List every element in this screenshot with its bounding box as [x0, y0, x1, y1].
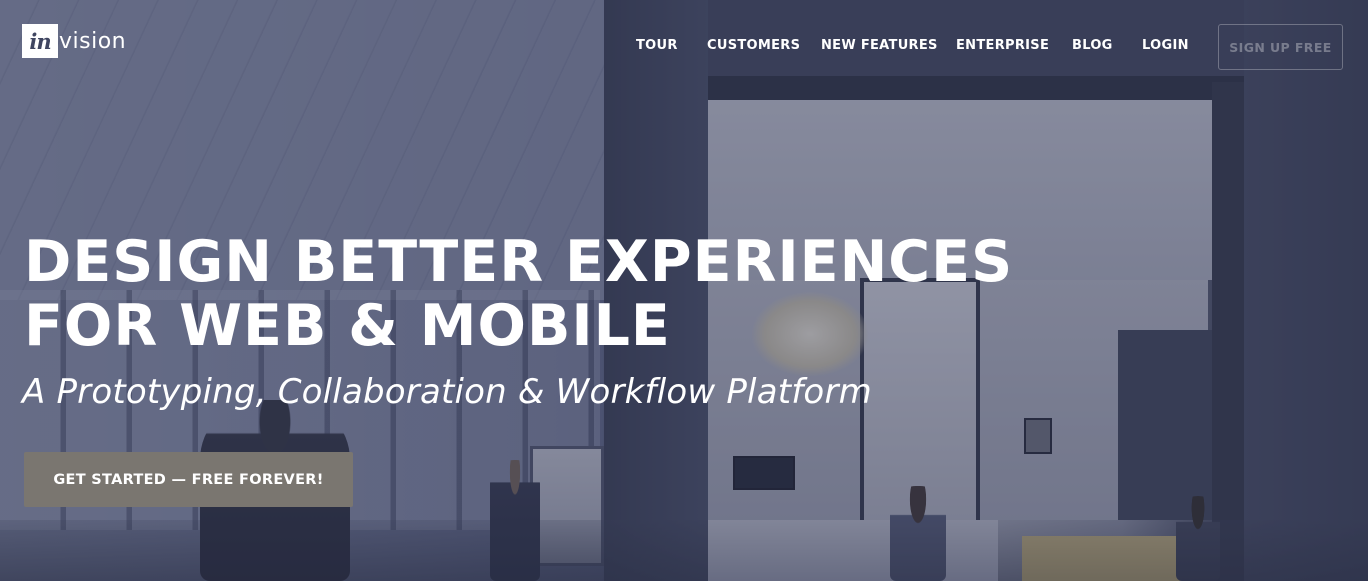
nav-enterprise[interactable]: ENTERPRISE — [956, 38, 1049, 53]
nav-login[interactable]: LOGIN — [1142, 38, 1189, 53]
nav-new-features[interactable]: NEW FEATURES — [821, 38, 938, 53]
hero-title-line-1: DESIGN BETTER EXPERIENCES — [24, 229, 1014, 295]
hero-title: DESIGN BETTER EXPERIENCES FOR WEB & MOBI… — [24, 229, 1014, 359]
logo-mark: in — [22, 24, 58, 58]
get-started-button[interactable]: GET STARTED — FREE FOREVER! — [24, 452, 353, 507]
invision-logo[interactable]: in vision — [22, 24, 126, 58]
nav-tour[interactable]: TOUR — [636, 38, 678, 53]
hero-subtitle: A Prototyping, Collaboration & Workflow … — [22, 372, 872, 412]
nav-customers[interactable]: CUSTOMERS — [707, 38, 800, 53]
hero-title-line-2: FOR WEB & MOBILE — [24, 293, 671, 359]
site-header: in vision TOUR CUSTOMERS NEW FEATURES EN… — [0, 0, 1368, 90]
nav-blog[interactable]: BLOG — [1072, 38, 1113, 53]
sign-up-free-button[interactable]: SIGN UP FREE — [1218, 24, 1343, 70]
logo-wordmark: vision — [59, 28, 127, 54]
